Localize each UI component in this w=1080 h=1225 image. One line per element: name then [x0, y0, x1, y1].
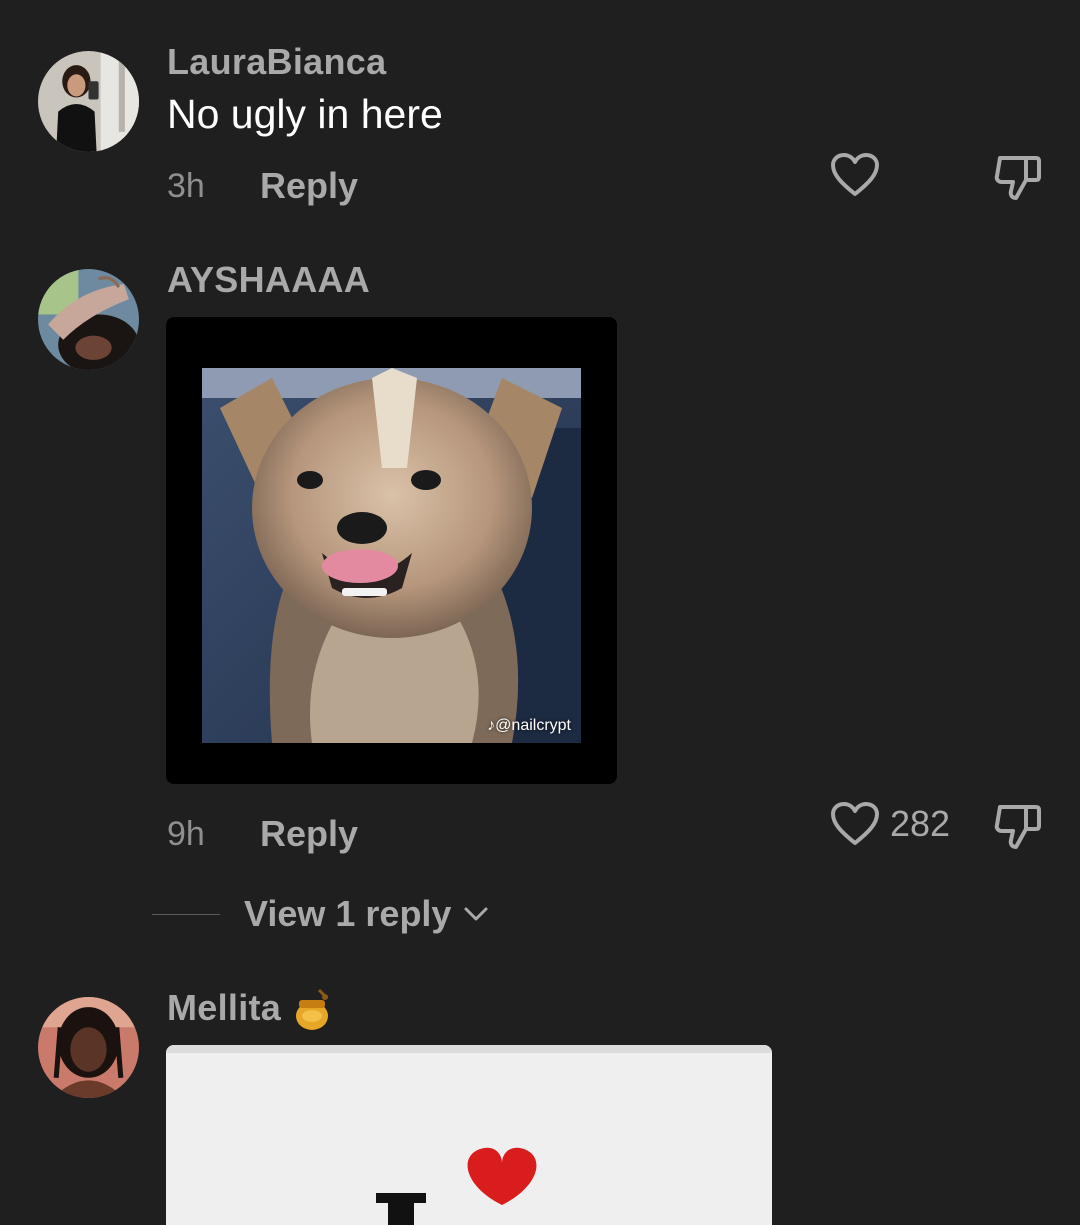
like-button[interactable]: [830, 152, 880, 198]
heart-outline-icon: [831, 153, 879, 196]
avatar[interactable]: [38, 997, 139, 1098]
view-replies-button[interactable]: View 1 reply: [152, 893, 489, 935]
reply-button[interactable]: Reply: [260, 813, 358, 855]
comment-text: No ugly in here: [167, 91, 443, 137]
tiktok-logo-icon: ♪: [487, 717, 496, 734]
dislike-button[interactable]: [992, 801, 1044, 851]
avatar[interactable]: [38, 51, 139, 152]
comment-timestamp: 3h: [167, 167, 205, 205]
comment-username[interactable]: Mellita: [167, 987, 281, 1028]
comments-screen: LauraBianca No ugly in here 3h Reply AYS…: [0, 0, 1080, 1225]
comment-username-row: Mellita: [167, 987, 331, 1032]
chevron-down-icon: [464, 907, 488, 921]
like-button[interactable]: 282: [830, 801, 950, 847]
heart-outline-icon: [831, 802, 879, 845]
comment-timestamp: 9h: [167, 815, 205, 853]
dislike-button[interactable]: [992, 152, 1044, 202]
like-count: 282: [890, 803, 951, 844]
thumbs-down-icon: [994, 805, 1041, 849]
comment-media-card[interactable]: [166, 1045, 772, 1225]
honey-pot-emoji: [296, 989, 329, 1031]
thumbs-down-icon: [994, 156, 1041, 200]
comment-media-card[interactable]: ♪@nailcrypt: [166, 317, 617, 784]
comment-username[interactable]: LauraBianca: [167, 41, 386, 83]
comment-media-image: ♪@nailcrypt: [202, 368, 581, 743]
dog-photo: [202, 368, 581, 743]
reply-button[interactable]: Reply: [260, 165, 358, 207]
divider-line: [152, 913, 220, 915]
avatar[interactable]: [38, 269, 139, 370]
comment-username[interactable]: AYSHAAAA: [167, 259, 370, 301]
watermark-handle: @nailcrypt: [495, 717, 571, 734]
media-watermark: ♪@nailcrypt: [487, 717, 571, 735]
love-image: [166, 1045, 772, 1225]
view-replies-label: View 1 reply: [244, 893, 452, 934]
